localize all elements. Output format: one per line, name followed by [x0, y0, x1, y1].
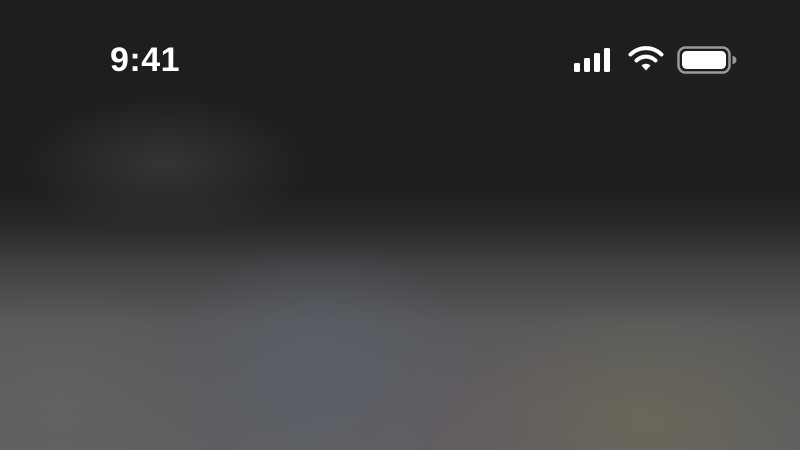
battery-fill — [682, 51, 726, 69]
battery-icon — [677, 46, 737, 74]
signal-bar-3 — [594, 53, 600, 72]
signal-bar-4 — [604, 48, 610, 72]
status-bar: 9:41 — [0, 0, 800, 120]
wifi-dot — [641, 63, 651, 71]
wifi-arc-outer — [628, 46, 664, 57]
wifi-icon — [628, 46, 664, 71]
status-time: 9:41 — [110, 41, 181, 79]
signal-bar-1 — [574, 63, 580, 72]
battery-cap — [732, 56, 737, 64]
signal-bar-2 — [584, 58, 590, 72]
wifi-arc-middle — [634, 54, 658, 63]
cellular-signal-icon — [574, 48, 610, 72]
lock-screen: 9:41 — [0, 0, 800, 450]
